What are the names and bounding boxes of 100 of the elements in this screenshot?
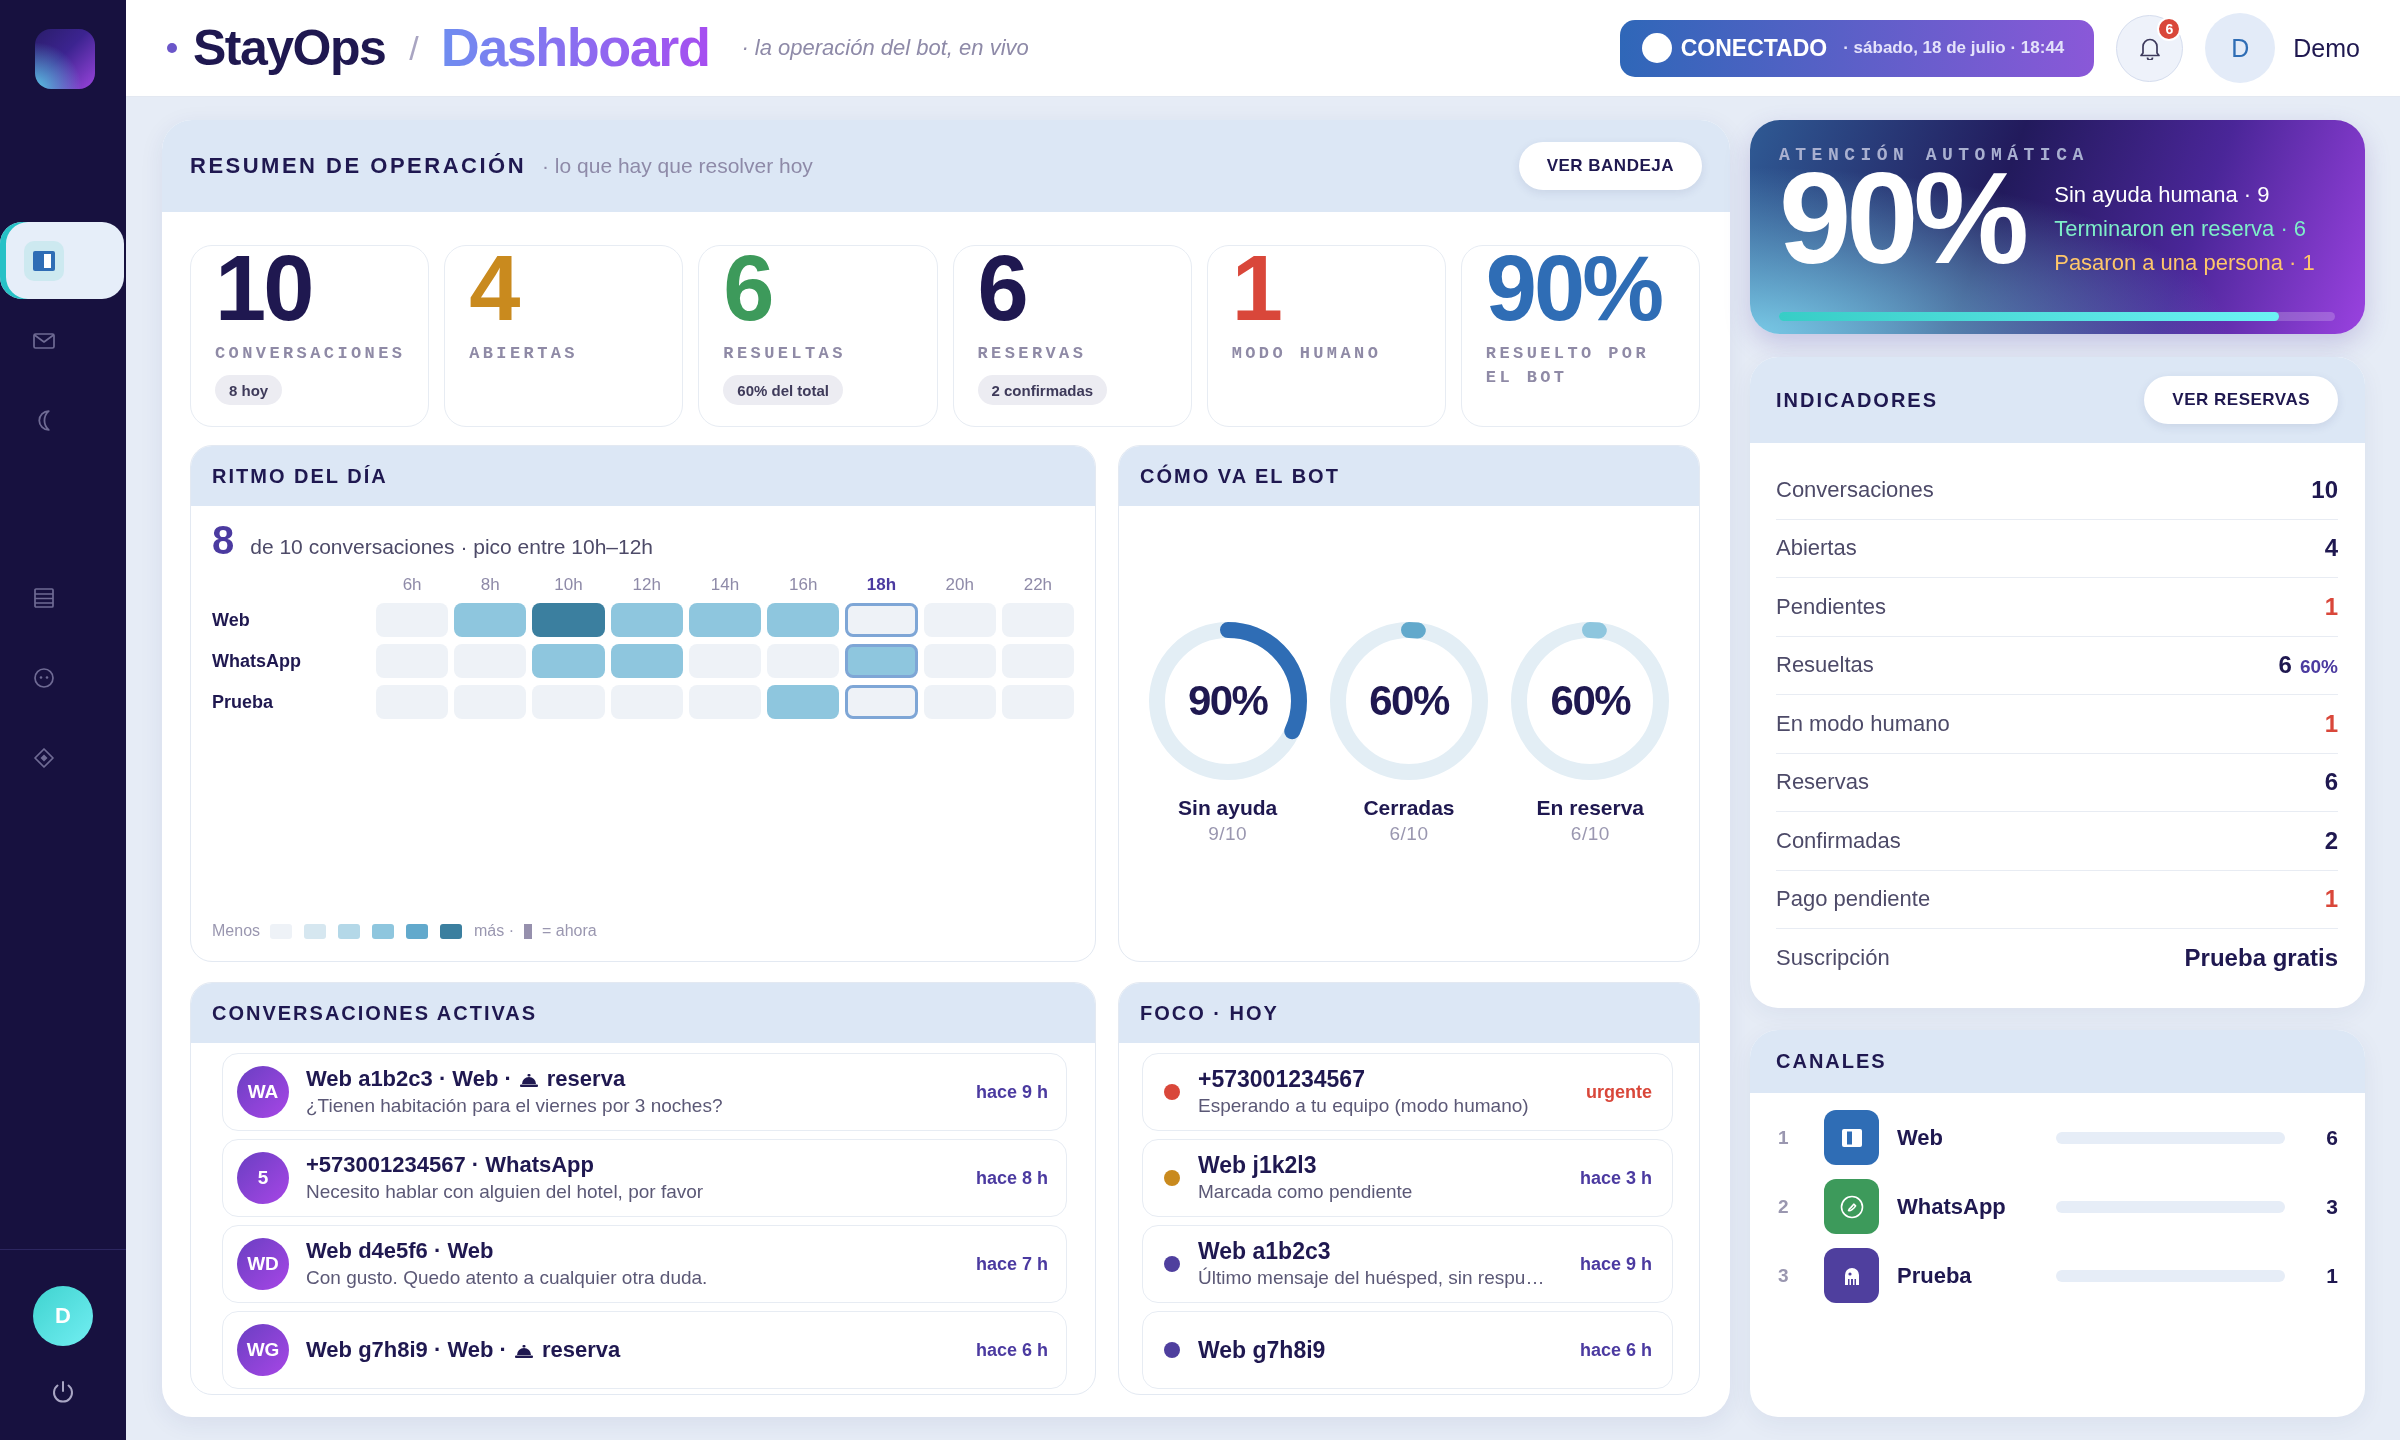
contact-avatar: WA [237, 1066, 289, 1118]
brand-name[interactable]: StayOps [193, 23, 386, 73]
user-name[interactable]: Demo [2293, 33, 2360, 63]
layout-icon [24, 240, 64, 281]
indicator-value: 6 [2278, 651, 2292, 680]
indicator-value: 1 [2324, 885, 2338, 914]
message-preview: Con gusto. Quedo atento a cualquier otra duda. [306, 1266, 709, 1290]
indicator-value: 4 [2324, 534, 2338, 563]
conversation-time: hace 7 h [975, 1253, 1048, 1275]
hour-label: 10h [553, 574, 584, 596]
diamond-icon [34, 747, 54, 768]
face-icon [34, 667, 54, 688]
channel-name: WhatsApp [1896, 1193, 2007, 1220]
channel-rank: 2 [1777, 1195, 1790, 1218]
indicator-label: Reservas [1776, 769, 1869, 796]
notifications-button[interactable]: 6 [2116, 14, 2184, 82]
indicator-label: Confirmadas [1776, 827, 1901, 854]
moon-icon [38, 410, 50, 431]
focus-item[interactable]: Web a1b2c3 Último mensaje del huésped, sin respu… hace 9 h [1142, 1225, 1673, 1303]
channel-rank: 1 [1777, 1126, 1790, 1149]
ring-percent: 60% [1550, 676, 1631, 725]
sidebar-button[interactable] [0, 222, 124, 299]
stat-value: 6 [977, 250, 1026, 326]
ring-label: Sin ayuda [1178, 794, 1278, 821]
stat-label: RESERVAS [977, 343, 1087, 365]
reservation-label: reserva [546, 1065, 626, 1093]
reservations-button[interactable]: VER RESERVAS [2144, 376, 2338, 424]
conversation-item[interactable]: WA Web a1b2c3 · Web · reserva ¿Tienen habitación para el viernes por 3 noches? hace 9 h [222, 1053, 1067, 1131]
message-preview: ¿Tienen habitación para el viernes por 3 noches? [306, 1094, 724, 1118]
focus-title: +573001234567 [1198, 1065, 1366, 1093]
stat-label: ABIERTAS [469, 343, 578, 365]
stat-label: MODO HUMANO [1231, 343, 1382, 365]
panel-title: INDICADORES [1776, 388, 1938, 412]
conversation-item[interactable]: WG Web g7h8i9 · Web · reserva hace 6 h [222, 1311, 1067, 1389]
conversation-time: hace 8 h [975, 1167, 1048, 1189]
contact-avatar: WD [237, 1238, 289, 1290]
indicator-value: 2 [2324, 826, 2338, 855]
hour-label: 16h [788, 574, 819, 596]
service-bell-icon [514, 1342, 533, 1358]
logo-icon[interactable] [35, 29, 95, 89]
hour-label: 18h [865, 574, 898, 596]
panel-title: FOCO · HOY [1140, 1001, 1279, 1025]
legend-swatch-icon [440, 923, 463, 939]
stat-note: 8 hoy [215, 375, 283, 405]
stat-value: 90% [1485, 250, 1661, 326]
user-avatar[interactable]: D [2205, 13, 2276, 83]
focus-time: hace 6 h [1579, 1339, 1652, 1361]
mail-icon [33, 332, 55, 349]
ring-percent: 90% [1187, 676, 1268, 725]
ring-ratio: 9/10 [1208, 821, 1248, 846]
indicator-value: Prueba gratis [2184, 944, 2338, 973]
section-title: RESUMEN DE OPERACIÓN [190, 153, 527, 179]
indicator-percent: 60% [2299, 656, 2338, 679]
hour-label: 8h [479, 574, 501, 596]
focus-detail: Esperando a tu equipo (modo humano) [1198, 1094, 1530, 1118]
conversation-time: hace 6 h [975, 1339, 1048, 1361]
logout-button[interactable] [51, 1380, 75, 1404]
legend-swatch-icon [372, 923, 395, 939]
list-icon [34, 587, 54, 608]
focus-item[interactable]: +573001234567 Esperando a tu equipo (modo humano) urgente [1142, 1053, 1673, 1131]
conversation-item[interactable]: 5 +573001234567 · WhatsApp Necesito hablar con alguien del hotel, por favor hace 8 h [222, 1139, 1067, 1217]
status-datetime: · sábado, 18 de julio · 18:44 [1843, 38, 2065, 58]
service-bell-icon [519, 1071, 538, 1087]
ring-ratio: 6/10 [1389, 821, 1429, 846]
indicator-label: Pago pendiente [1776, 886, 1931, 913]
focus-item[interactable]: Web g7h8i9 hace 6 h [1142, 1311, 1673, 1389]
focus-time: urgente [1586, 1081, 1652, 1103]
hour-label: 20h [944, 574, 975, 596]
panel-title: RITMO DEL DÍA [212, 464, 388, 488]
automation-heading: ATENCIÓN AUTOMÁTICA [1779, 145, 2090, 165]
page-tagline: · la operación del bot, en vivo [741, 35, 1029, 61]
contact-avatar: WG [237, 1324, 289, 1376]
stat-label: RESUELTAS [723, 343, 846, 365]
channel-label: WhatsApp [212, 650, 302, 672]
ring-label: Cerradas [1363, 794, 1455, 821]
channel-name: Web [1896, 1124, 1945, 1151]
legend-swatch-icon [304, 923, 327, 939]
conversation-time: hace 9 h [975, 1081, 1048, 1103]
indicator-label: Suscripción [1776, 945, 1890, 972]
channel-name: Prueba [1896, 1262, 1973, 1289]
message-preview: Necesito hablar con alguien del hotel, por favor [306, 1180, 705, 1204]
legend-swatch-icon [338, 923, 361, 939]
conversation-title: Web d4e5f6 · Web [306, 1237, 494, 1265]
automation-line: Terminaron en reserva · 6 [2054, 215, 2308, 243]
channel-count: 3 [2325, 1194, 2338, 1219]
reservation-label: reserva [541, 1336, 621, 1364]
panel-title: CONVERSACIONES ACTIVAS [212, 1001, 538, 1025]
hour-label: 6h [401, 574, 423, 596]
conversation-item[interactable]: WD Web d4e5f6 · Web Con gusto. Quedo atento a cualquier otra duda. hace 7 h [222, 1225, 1067, 1303]
automation-value: 90% [1779, 168, 2025, 268]
focus-item[interactable]: Web j1k2l3 Marcada como pendiente hace 3 h [1142, 1139, 1673, 1217]
ring-percent: 60% [1369, 676, 1449, 725]
indicator-label: Conversaciones [1776, 476, 1934, 503]
focus-time: hace 9 h [1579, 1253, 1652, 1275]
hour-label: 14h [709, 574, 741, 596]
indicator-value: 1 [2324, 592, 2338, 621]
rhythm-caption: de 10 conversaciones · pico entre 10h–12h [250, 535, 654, 559]
ring-label: En reserva [1536, 794, 1645, 821]
bell-icon [2138, 36, 2161, 60]
inbox-button[interactable]: VER BANDEJA [1518, 142, 1702, 190]
